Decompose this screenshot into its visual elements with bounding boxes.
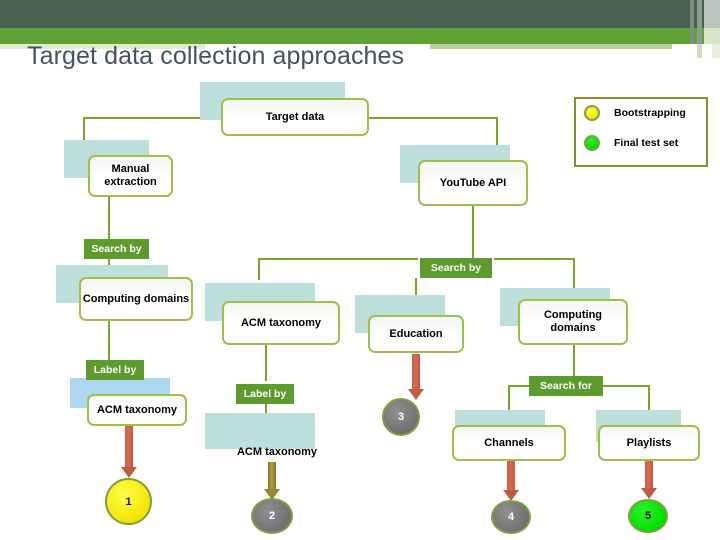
connector-bus-education-joint [415,278,417,280]
result-circle-2-label: 2 [268,510,276,522]
result-circle-3-label: 3 [397,411,405,423]
label-search-by-right: Search by [420,258,492,278]
node-channels[interactable]: Channels [452,425,566,461]
result-circle-5-label: 5 [644,510,652,522]
node-target-data-label: Target data [265,110,325,123]
node-acm-taxonomy-mid[interactable]: ACM taxonomy [222,301,340,345]
result-circle-4-label: 4 [507,511,515,523]
result-circle-1[interactable]: 1 [105,478,152,525]
node-computing-domains-right[interactable]: Computing domains [518,299,628,345]
arrow-to-result-2 [264,462,280,500]
result-circle-3[interactable]: 3 [382,398,420,436]
header-rail-pale-green [704,28,720,44]
label-label-by-mid: Label by [236,384,294,404]
node-acm-taxonomy-mid-label: ACM taxonomy [240,316,322,329]
node-youtube-api[interactable]: YouTube API [418,160,528,206]
header-rail-gray [697,0,702,44]
label-label-by-left-text: Label by [93,364,137,376]
node-computing-domains-right-label: Computing domains [543,309,603,334]
connector-manual-to-searchby [108,197,110,243]
node-youtube-api-label: YouTube API [439,176,507,189]
node-computing-domains-left[interactable]: Computing domains [79,277,193,321]
node-computing-domains-left-label: Computing domains [82,292,190,305]
result-circle-2[interactable]: 2 [251,498,293,534]
connector-computing-right-to-searchfor [573,345,575,376]
label-search-by-right-text: Search by [430,262,482,274]
node-target-data[interactable]: Target data [221,98,369,136]
label-label-by-mid-text: Label by [243,388,287,400]
legend-box: Bootstrapping Final test set [574,97,708,167]
node-channels-label: Channels [484,436,534,449]
page-title: Target data collection approaches [27,42,405,70]
header-rail-dark [690,0,694,44]
connector-searchfor-bus-right [603,385,649,387]
result-circle-1-label: 1 [125,495,132,508]
node-acm-taxonomy-left[interactable]: ACM taxonomy [87,394,187,426]
legend-item-bootstrapping: Bootstrapping [584,105,686,121]
result-circle-4[interactable]: 4 [491,500,531,534]
arrow-to-result-3 [408,354,424,400]
result-circle-5[interactable]: 5 [628,499,668,533]
connector-searchby-bus-right [494,258,574,260]
arrow-to-result-4 [503,461,519,501]
label-search-for-text: Search for [540,380,592,392]
label-label-by-left: Label by [86,360,144,380]
connector-acm-mid-to-labelby [265,344,267,381]
connector-youtube-to-searchby [472,206,474,258]
node-playlists[interactable]: Playlists [598,425,700,461]
legend-label-final-test-set: Final test set [614,137,679,149]
node-education-label: Education [389,327,443,340]
legend-item-final-test-set: Final test set [584,135,678,151]
node-manual-extraction-label: Manual extraction [104,163,157,188]
arrow-to-result-1 [121,426,137,478]
header-rail-accent-a [697,44,702,58]
node-playlists-label: Playlists [626,436,672,449]
node-acm-taxonomy-left-label: ACM taxonomy [96,403,178,416]
label-search-by-left-text: Search by [91,243,142,255]
green-circle-icon [584,135,600,151]
header-band-dark [0,0,712,28]
connector-computing-to-labelby [108,320,110,361]
header-rail-light [704,0,720,28]
connector-target-to-right [368,117,498,119]
label-search-for: Search for [529,376,603,396]
legend-label-bootstrapping: Bootstrapping [614,107,686,119]
connector-bus-down-acm [258,258,260,280]
label-search-by-left: Search by [84,239,149,259]
header-band-white-right [430,49,670,53]
node-education[interactable]: Education [368,315,464,353]
header-rail-accent-b [712,44,720,58]
yellow-circle-icon [584,105,600,121]
connector-searchby-bus-left [258,258,418,260]
arrow-to-result-5 [641,461,657,499]
node-manual-extraction[interactable]: Manual extraction [88,155,173,197]
node-acm-taxonomy-mid2-label: ACM taxonomy [236,445,318,458]
